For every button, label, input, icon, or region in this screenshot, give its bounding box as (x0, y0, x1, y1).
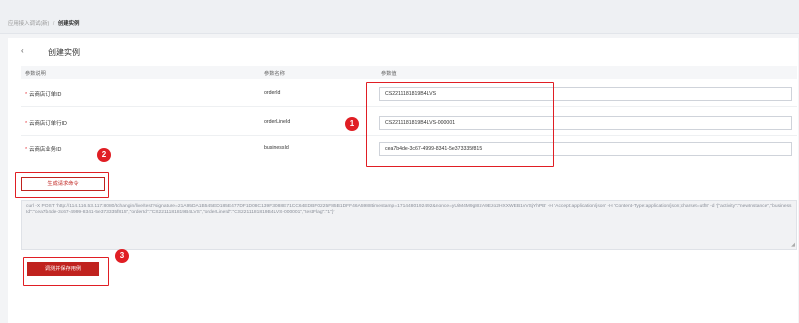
row-key-order-line-id: orderLineId (264, 119, 291, 125)
curl-command-textarea[interactable]: curl -X POST 'http://114.116.53.117:8080… (21, 200, 797, 250)
callout-badge-1: 1 (345, 117, 359, 131)
row-key-business-id: businessId (264, 145, 289, 151)
row-label-order-id: * 云商店订单ID (25, 92, 62, 98)
row-label-order-line-id: * 云商店订单行ID (25, 121, 67, 127)
breadcrumb: 应用接入调试(新) / 创建实例 (8, 19, 79, 27)
back-arrow-icon[interactable]: ‹ (21, 46, 24, 55)
required-marker: * (25, 147, 28, 153)
top-bar: 应用接入调试(新) / 创建实例 (0, 0, 799, 34)
curl-command-text: curl -X POST 'http://114.116.53.117:8080… (26, 204, 792, 215)
callout-box-2 (15, 172, 109, 198)
column-header-description: 参数说明 (25, 71, 46, 77)
required-marker: * (25, 92, 28, 98)
breadcrumb-separator: / (52, 21, 55, 27)
page-title: 创建实例 (48, 48, 80, 57)
callout-box-3 (23, 257, 109, 286)
content-card (8, 38, 798, 323)
callout-badge-2: 2 (97, 148, 111, 162)
table-header: 参数说明 参数名称 参数值 (21, 66, 797, 79)
row-label-business-id: * 云商店业务ID (25, 147, 62, 153)
breadcrumb-parent-link[interactable]: 应用接入调试(新) (8, 21, 49, 27)
callout-badge-3: 3 (115, 249, 129, 263)
column-header-param-name: 参数名称 (264, 71, 285, 77)
required-marker: * (25, 121, 28, 127)
callout-box-1 (366, 82, 554, 167)
breadcrumb-current: 创建实例 (57, 21, 80, 27)
resize-handle-icon[interactable]: ◢ (791, 242, 795, 248)
column-header-param-value: 参数值 (381, 71, 397, 77)
row-key-order-id: orderId (264, 90, 281, 96)
